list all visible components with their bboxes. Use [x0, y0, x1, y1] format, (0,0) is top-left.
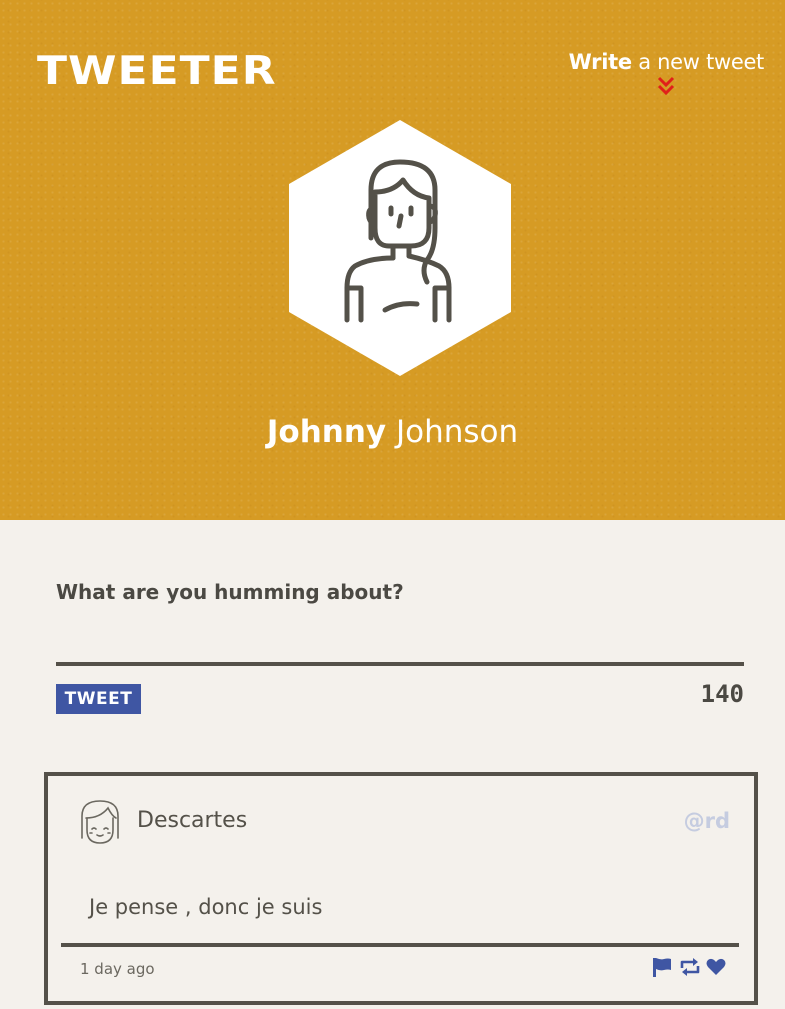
first-name: Johnny: [266, 414, 387, 450]
tweet-actions: [652, 956, 726, 978]
tweet-timestamp: 1 day ago: [80, 960, 155, 978]
last-name: Johnson: [395, 414, 519, 450]
tweet-content: Je pense , donc je suis: [89, 895, 323, 919]
write-new-tweet-link[interactable]: Write a new tweet: [569, 50, 764, 96]
character-counter: 140: [700, 680, 744, 708]
compose-prompt: What are you humming about?: [56, 580, 404, 604]
new-tweet-label: a new tweet: [638, 50, 764, 74]
tweet-divider: [61, 943, 739, 947]
tweet-text-input[interactable]: [56, 614, 744, 662]
profile-name: Johnny Johnson: [0, 410, 785, 454]
app-logo: TWEETER: [37, 48, 277, 95]
flag-icon[interactable]: [652, 956, 672, 978]
profile-header: TWEETER Write a new tweet Johnny Johnson: [0, 0, 785, 520]
retweet-icon[interactable]: [679, 956, 700, 978]
compose-divider: [56, 662, 744, 666]
heart-icon[interactable]: [706, 956, 726, 978]
author-avatar: [81, 800, 119, 844]
tweet-author-name: Descartes: [137, 808, 248, 833]
tweet-author-handle: @rd: [683, 809, 730, 833]
tweet-card: Descartes @rd Je pense , donc je suis 1 …: [44, 772, 758, 1005]
double-chevron-down-icon[interactable]: [657, 76, 675, 96]
tweet-button[interactable]: TWEET: [56, 684, 141, 714]
write-label: Write: [568, 50, 632, 74]
user-avatar: [289, 120, 511, 376]
